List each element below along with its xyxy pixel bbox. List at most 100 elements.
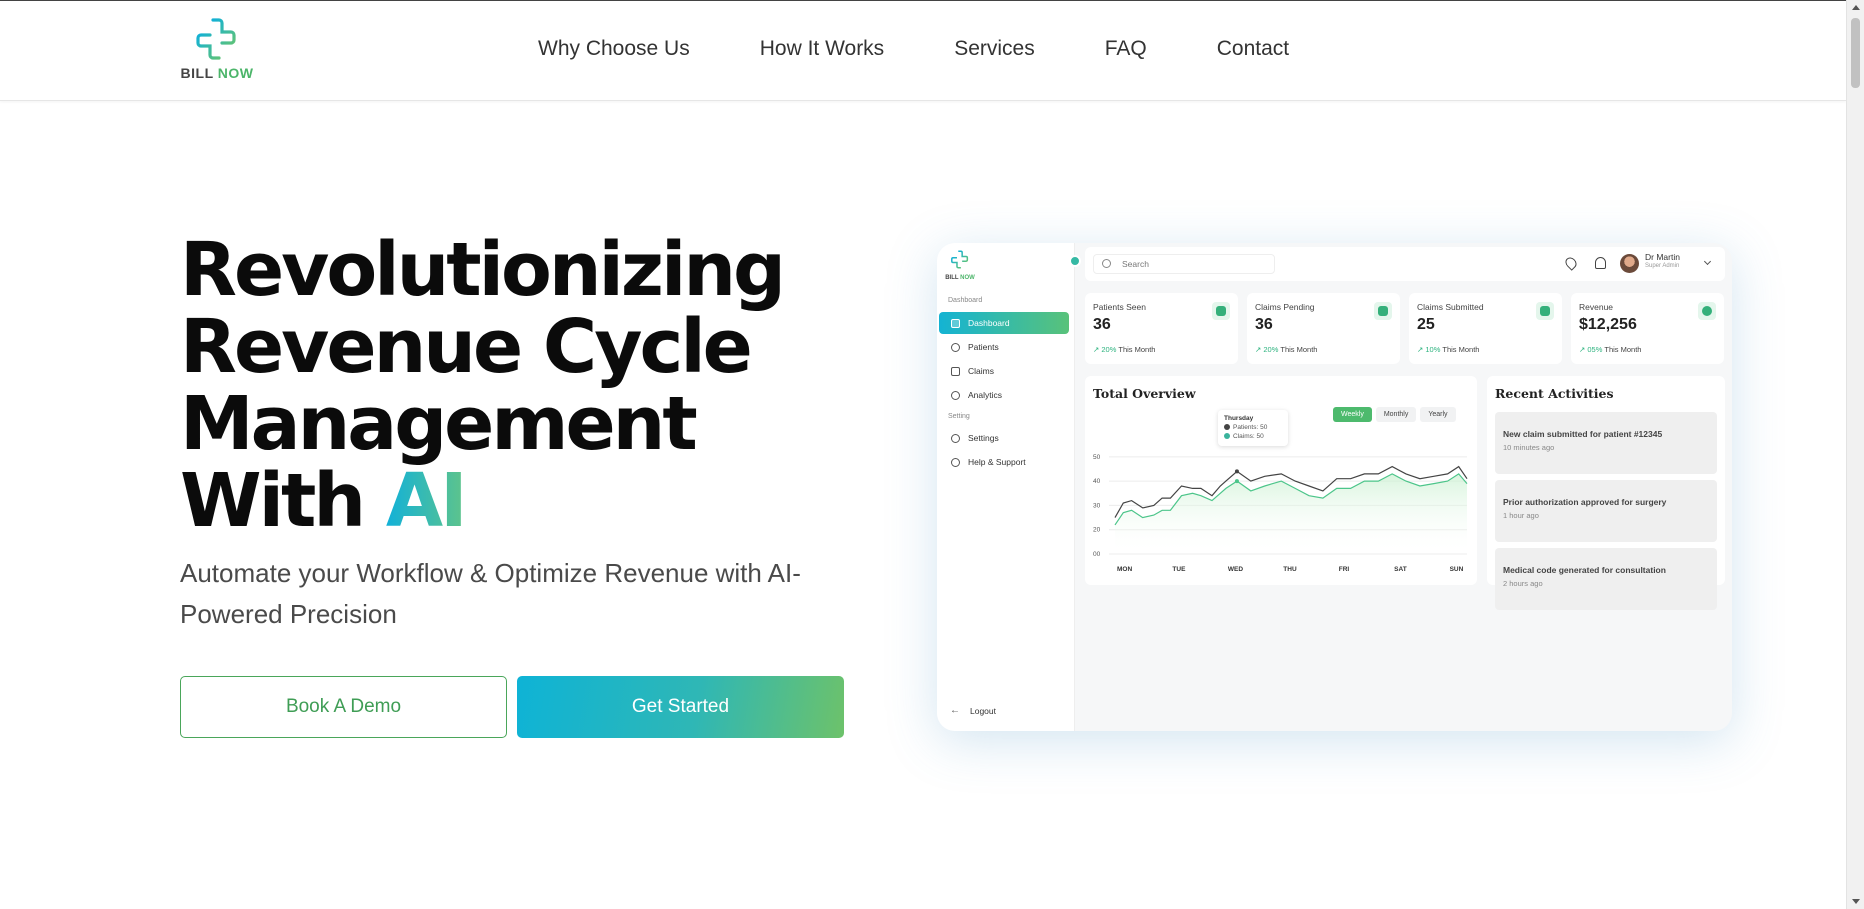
brand-word-1: BILL: [180, 65, 214, 81]
hero-title: Revolutionizing Revenue Cycle Management…: [180, 232, 786, 540]
cross-logo-icon: [196, 18, 236, 60]
hero-subtitle: Automate your Workflow & Optimize Revenu…: [180, 558, 801, 629]
trend-up-icon: ↗: [1417, 345, 1424, 354]
recent-activities-panel: Recent Activities New claim submitted fo…: [1487, 376, 1725, 610]
stat-label: Claims Submitted: [1417, 302, 1484, 312]
tooltip-claims-text: Claims: 50: [1233, 433, 1264, 440]
user-name: Dr Martin: [1645, 252, 1680, 262]
nav-faq[interactable]: FAQ: [1105, 37, 1147, 61]
stat-label: Patients Seen: [1093, 302, 1146, 312]
activity-item[interactable]: Prior authorization approved for surgery…: [1495, 480, 1717, 542]
y-tick-label: 20: [1093, 527, 1101, 534]
claims-marker[interactable]: [1234, 479, 1239, 484]
x-tick-label: TUE: [1172, 566, 1186, 573]
y-tick-label: 30: [1093, 502, 1101, 509]
hero-title-line-4: With: [180, 458, 366, 544]
y-tick-label: 50: [1093, 454, 1101, 461]
tooltip-claims: Claims: 50: [1224, 432, 1282, 441]
activity-item[interactable]: New claim submitted for patient #12345 1…: [1495, 412, 1717, 474]
dashboard-search-input[interactable]: Search: [1093, 254, 1275, 274]
activity-text: Medical code generated for consultation: [1503, 565, 1666, 575]
dashboard-topbar: Search Dr Martin Super Admin: [1085, 247, 1725, 281]
activities-title: Recent Activities: [1495, 386, 1614, 401]
nav-services[interactable]: Services: [954, 37, 1035, 61]
activity-time: 10 minutes ago: [1503, 443, 1555, 452]
site-header: BILL NOW Why Choose Us How It Works Serv…: [0, 1, 1846, 101]
patients-dot-icon: [1224, 424, 1230, 431]
y-tick-label: 40: [1093, 478, 1101, 485]
hero-title-line-3: Management: [180, 381, 698, 467]
stat-card-revenue: Revenue $12,256 ↗ 05% This Month: [1571, 293, 1724, 364]
stat-period: This Month: [1604, 345, 1642, 354]
stat-label: Revenue: [1579, 302, 1614, 312]
bell-icon[interactable]: [1595, 257, 1606, 269]
submitted-claim-icon: [1536, 302, 1554, 320]
dashboard-logo: BILL NOW: [945, 250, 975, 281]
x-tick-label: WED: [1228, 566, 1243, 573]
sidebar-item-label: Claims: [968, 366, 994, 376]
scroll-up-arrow-icon[interactable]: [1852, 5, 1860, 10]
location-pin-icon[interactable]: [1563, 255, 1579, 271]
x-tick-label: SUN: [1450, 566, 1464, 573]
users-icon: [1212, 302, 1230, 320]
trend-up-icon: ↗: [1093, 345, 1100, 354]
overview-line-chart: 00 20 30 40 50 MON TUE WED THU FRI SAT SUN: [1093, 454, 1468, 573]
analytics-icon: [951, 390, 960, 400]
stat-pct: 20%: [1101, 345, 1117, 354]
activity-item[interactable]: Medical code generated for consultation …: [1495, 548, 1717, 610]
brand-word-2: NOW: [217, 65, 254, 81]
scroll-down-arrow-icon[interactable]: [1852, 899, 1860, 904]
nav-why-choose-us[interactable]: Why Choose Us: [538, 37, 690, 61]
user-role: Super Admin: [1645, 263, 1680, 269]
nav-contact[interactable]: Contact: [1217, 37, 1289, 61]
logout-label: Logout: [970, 705, 996, 716]
stat-trend: ↗ 10% This Month: [1417, 345, 1479, 354]
nav-how-it-works[interactable]: How It Works: [760, 37, 884, 61]
dollar-icon: [1698, 302, 1716, 320]
scroll-thumb[interactable]: [1851, 18, 1860, 88]
stat-trend: ↗ 20% This Month: [1093, 345, 1155, 354]
sidebar-item-dashboard[interactable]: Dashboard: [939, 312, 1069, 334]
claims-dot-icon: [1224, 433, 1230, 440]
stat-value: $12,256: [1579, 316, 1637, 333]
sidebar-collapse-toggle[interactable]: [1069, 255, 1081, 267]
page-scrollbar[interactable]: [1846, 0, 1864, 909]
dashboard-brand-name: BILL NOW: [945, 275, 975, 281]
sidebar-item-label: Settings: [968, 433, 999, 443]
hero-title-line-2: Revenue Cycle: [180, 304, 753, 390]
sidebar-item-settings[interactable]: Settings: [939, 427, 1069, 449]
sidebar-item-help[interactable]: Help & Support: [939, 451, 1069, 473]
patients-marker[interactable]: [1234, 469, 1239, 474]
book-demo-button[interactable]: Book A Demo: [180, 676, 507, 738]
hero-title-line-1: Revolutionizing: [180, 227, 786, 313]
x-tick-label: THU: [1283, 566, 1297, 573]
trend-up-icon: ↗: [1255, 345, 1262, 354]
dashboard-brand-word-2: NOW: [960, 275, 975, 281]
search-icon: [1102, 259, 1111, 268]
activity-time: 1 hour ago: [1503, 511, 1539, 520]
main-nav: Why Choose Us How It Works Services FAQ …: [538, 37, 1359, 61]
sidebar-item-label: Analytics: [968, 390, 1003, 400]
brand-logo[interactable]: BILL NOW: [177, 17, 257, 87]
stat-trend: ↗ 20% This Month: [1255, 345, 1317, 354]
sidebar-item-patients[interactable]: Patients: [939, 336, 1069, 358]
dashboard-preview: BILL NOW Dashboard Dashboard Patients Cl…: [937, 243, 1732, 731]
tooltip-patients-text: Patients: 50: [1233, 424, 1268, 431]
dashboard-brand-word-1: BILL: [945, 275, 959, 281]
sidebar-item-claims[interactable]: Claims: [939, 360, 1069, 382]
sidebar-item-analytics[interactable]: Analytics: [939, 384, 1069, 406]
grid-icon: [951, 318, 960, 328]
stat-pct: 20%: [1263, 345, 1279, 354]
logout-button[interactable]: ← Logout: [950, 705, 996, 716]
stat-period: This Month: [1442, 345, 1480, 354]
cross-logo-icon-small: [951, 250, 969, 269]
chevron-down-icon[interactable]: [1703, 257, 1712, 266]
x-tick-label: FRI: [1339, 566, 1350, 573]
brand-name: BILL NOW: [177, 65, 257, 81]
get-started-button[interactable]: Get Started: [517, 676, 844, 738]
avatar[interactable]: [1620, 254, 1639, 273]
users-icon: [951, 342, 960, 352]
stat-value: 36: [1093, 316, 1111, 333]
y-tick-label: 00: [1093, 551, 1101, 558]
stat-label: Claims Pending: [1255, 302, 1315, 312]
